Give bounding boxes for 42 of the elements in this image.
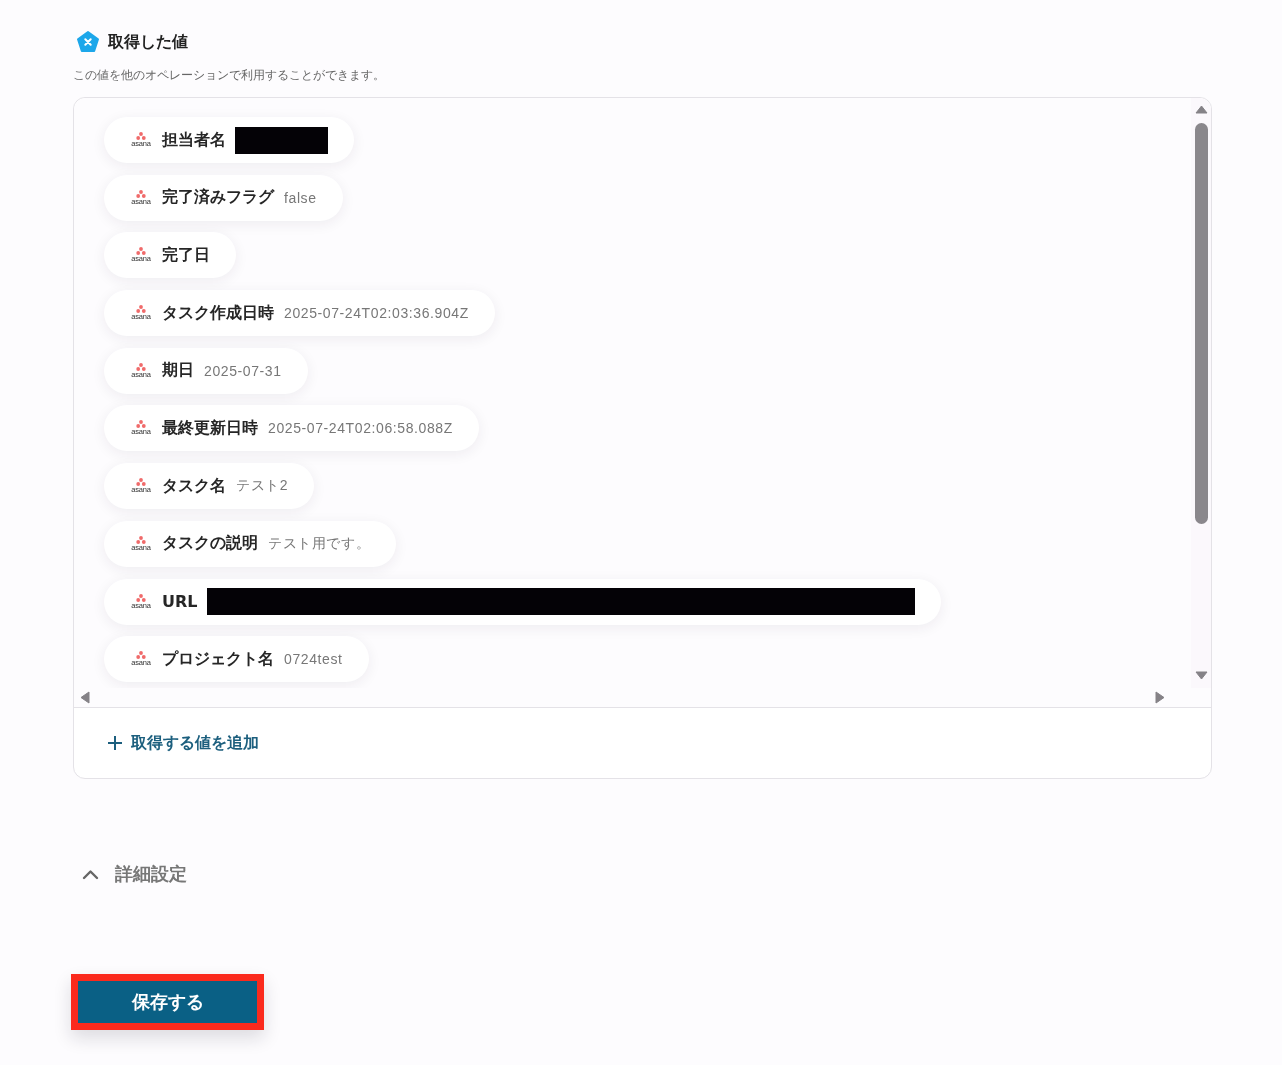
field-label: 最終更新日時	[162, 417, 258, 439]
three-dots-icon	[136, 651, 146, 660]
field-label: 完了日	[162, 244, 210, 266]
value-text: 2025-07-24T02:06:58.088Z	[268, 420, 453, 437]
three-dots-icon	[136, 189, 146, 198]
value-text: テスト用です。	[268, 534, 371, 553]
scroll-down-arrow-icon[interactable]	[1194, 671, 1208, 680]
chevron-up-icon	[82, 868, 99, 880]
toggle-label: 詳細設定	[115, 862, 187, 886]
vertical-scrollbar[interactable]	[1191, 98, 1211, 688]
section-title: 取得した値	[108, 31, 188, 52]
three-dots-icon	[136, 478, 146, 487]
three-dots-icon	[136, 132, 146, 140]
value-text: false	[284, 189, 317, 206]
field-label: 完了済みフラグ	[162, 187, 274, 209]
plus-icon	[107, 735, 123, 751]
field-label: タスク作成日時	[162, 302, 274, 324]
three-dots-icon	[136, 362, 146, 371]
scroll-up-arrow-icon[interactable]	[1194, 105, 1208, 114]
field-label: URL	[162, 592, 198, 611]
value-text: テスト2	[236, 477, 289, 496]
field-label: タスクの説明	[162, 533, 258, 555]
field-label: 担当者名	[162, 129, 226, 151]
value-text: 2025-07-24T02:03:36.904Z	[284, 305, 469, 322]
value-text: 2025-07-31	[204, 362, 282, 379]
scroll-right-arrow-icon[interactable]	[1155, 691, 1165, 704]
field-label: タスク名	[162, 475, 226, 497]
pentagon-x-icon	[76, 30, 100, 54]
scroll-left-arrow-icon[interactable]	[80, 691, 90, 704]
three-dots-icon	[136, 305, 146, 314]
save-button[interactable]: 保存する	[78, 981, 257, 1023]
field-label: プロジェクト名	[162, 648, 274, 670]
three-dots-icon	[136, 247, 146, 256]
three-dots-icon	[136, 535, 146, 544]
add-value-link[interactable]: 取得する値を追加	[107, 732, 259, 754]
value-text: 0724test	[284, 651, 343, 668]
field-label: 期日	[162, 360, 194, 382]
section-description: この値を他のオペレーションで利用することができます。	[73, 67, 386, 84]
scrollbar-thumb[interactable]	[1194, 123, 1208, 524]
advanced-settings-toggle[interactable]: 詳細設定	[73, 862, 193, 886]
three-dots-icon	[136, 420, 146, 429]
three-dots-icon	[136, 593, 146, 602]
